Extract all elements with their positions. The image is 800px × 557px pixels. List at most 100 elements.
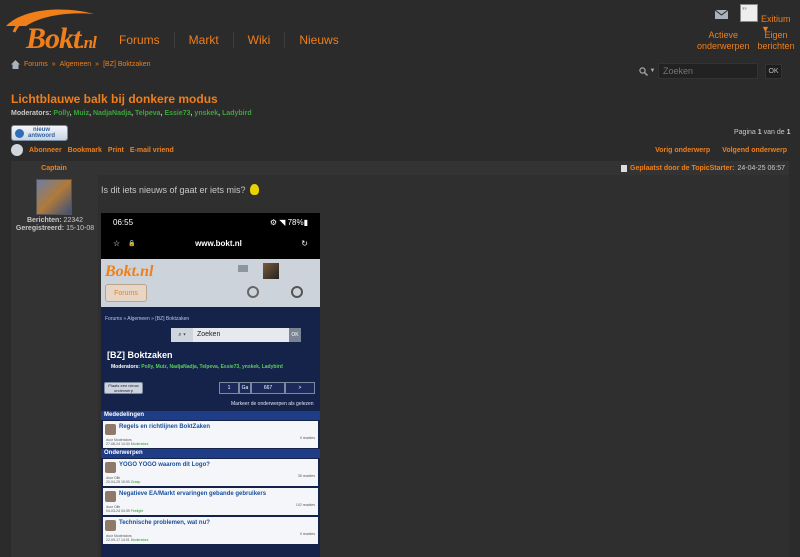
phone-mark-read: Markeer de onderwerpen als gelezen xyxy=(231,401,314,407)
moderators-label: Moderators: xyxy=(11,110,52,117)
phone-pager-total: 667 xyxy=(251,382,285,394)
breadcrumb-algemeen[interactable]: Algemeen xyxy=(60,61,92,68)
own-posts-line1: Eigen xyxy=(764,30,788,40)
thread-title: Lichtblauwe balk bij donkere modus xyxy=(11,92,218,106)
new-reply-button[interactable]: nieuw antwoord xyxy=(11,125,68,141)
phone-search-ok: OK xyxy=(289,328,301,342)
search-bar: ▼ OK xyxy=(636,63,782,79)
nav-forums[interactable]: Forums xyxy=(105,32,175,48)
phone-topic-title: Negatieve EA/Markt ervaringen gebande ge… xyxy=(119,491,267,497)
avatar-text: ?? xyxy=(742,6,747,11)
phone-topic-icon xyxy=(105,462,116,473)
nav-wiki[interactable]: Wiki xyxy=(234,32,286,48)
phone-forums-button: Forums xyxy=(105,284,147,302)
posts-label: Berichten: xyxy=(26,217,62,224)
reply-arrow-icon xyxy=(15,128,24,138)
phone-topic-replies: 0 reacties xyxy=(299,532,315,536)
pagination-prefix: Pagina xyxy=(734,129,756,136)
thread-actions: Abonneer Bookmark Print E-mail vriend Vo… xyxy=(11,143,789,157)
phone-topic-last: Moderators xyxy=(130,538,149,542)
phone-topic-row: Technische problemen, wat nu? 0 reacties… xyxy=(103,517,318,544)
post-meta: Geplaatst door de TopicStarter: 24-04-25… xyxy=(621,164,789,172)
print-link[interactable]: Print xyxy=(108,147,124,154)
phone-topic-replies: 0 reacties xyxy=(299,436,315,440)
subscribe-link[interactable]: Abonneer xyxy=(29,147,62,154)
phone-status-icons: ⚙ ◥ 78%▮ xyxy=(269,217,308,227)
moderator-link[interactable]: Telpeva xyxy=(135,110,161,117)
phone-topic-icon xyxy=(105,424,116,435)
post-author[interactable]: Captain xyxy=(11,165,97,172)
own-posts-line2: berichten xyxy=(757,41,795,51)
posts-count: 22342 xyxy=(63,217,84,224)
phone-topic-last: Grasp xyxy=(130,480,141,484)
post-document-icon xyxy=(621,164,628,172)
breadcrumb-boktzaken[interactable]: [BZ] Boktzaken xyxy=(103,61,150,68)
previous-topic-link[interactable]: Vorig onderwerp xyxy=(655,147,710,154)
reply-line2: antwoord xyxy=(28,133,55,139)
phone-search: ⌕ ▾ Zoeken OK xyxy=(171,328,301,342)
star-icon: ☆ xyxy=(113,238,121,248)
phone-section-announcements: Mededelingen xyxy=(101,411,320,420)
registered-label: Geregistreerd: xyxy=(15,225,65,232)
reload-icon: ↻ xyxy=(301,238,308,248)
phone-topic-replies: 102 reacties xyxy=(295,503,315,507)
logo-text: Bokt xyxy=(26,22,81,55)
breadcrumb-sep: » xyxy=(95,61,100,68)
post-permalink[interactable]: Geplaatst door de TopicStarter: xyxy=(630,165,735,172)
bookmark-link[interactable]: Bookmark xyxy=(68,147,102,154)
own-posts-link[interactable]: Eigen berichten xyxy=(758,30,795,52)
phone-topic-row: YOGO YOGO waarom dit Logo? 35 reacties d… xyxy=(103,459,318,486)
phone-forum-title: [BZ] Boktzaken xyxy=(107,350,173,360)
phone-status-bar: 06:55 ⚙ ◥ 78%▮ xyxy=(101,213,320,231)
moderator-link[interactable]: Ladybird xyxy=(222,110,252,117)
search-input[interactable] xyxy=(658,63,758,79)
site-header: Bokt.nl Forums Markt Wiki Nieuws ?? Exit… xyxy=(0,0,800,58)
post-body: Berichten: 22342 Geregistreerd: 15-10-08… xyxy=(11,175,789,557)
pagination-info: Pagina 1 van de 1 xyxy=(734,129,791,136)
phone-time: 06:55 xyxy=(113,217,134,227)
post-message: Is dit iets nieuws of gaat er iets mis? xyxy=(101,184,246,195)
main-nav: Forums Markt Wiki Nieuws xyxy=(105,32,353,48)
post-text: Is dit iets nieuws of gaat er iets mis? xyxy=(101,184,259,195)
nav-nieuws[interactable]: Nieuws xyxy=(285,32,352,48)
email-friend-link[interactable]: E-mail vriend xyxy=(130,147,174,154)
pagination-total: 1 xyxy=(786,129,791,136)
moderator-link[interactable]: NadjaNadja xyxy=(93,110,131,117)
phone-breadcrumb: Forums » Algemeen » [BZ] Boktzaken xyxy=(105,316,190,322)
post-timestamp: 24-04-25 06:57 xyxy=(737,164,785,172)
lock-icon: 🔒 xyxy=(128,240,136,247)
nav-markt[interactable]: Markt xyxy=(175,32,234,48)
top-links: Actieve onderwerpen Eigen berichten xyxy=(697,30,795,52)
phone-topic-date: 22-09-17 14:01 xyxy=(106,538,130,542)
phone-topic-icon xyxy=(105,520,116,531)
subscribe-icon[interactable] xyxy=(11,144,23,156)
post-header: Captain Geplaatst door de TopicStarter: … xyxy=(11,161,789,175)
embedded-screenshot[interactable]: 06:55 ⚙ ◥ 78%▮ ☆ 🔒 www.bokt.nl ↻ Bokt.nl… xyxy=(101,213,320,557)
phone-search-icon: ⌕ ▾ xyxy=(171,328,193,342)
phone-topic-title: YOGO YOGO waarom dit Logo? xyxy=(119,462,210,468)
avatar[interactable] xyxy=(36,179,72,215)
phone-topic-last: Firelight xyxy=(130,509,144,513)
search-scope-button[interactable]: ▼ xyxy=(636,63,658,79)
moderator-link[interactable]: Polly xyxy=(53,110,69,117)
logo-suffix: .nl xyxy=(80,33,96,52)
user-avatar-top[interactable]: ?? xyxy=(740,4,758,22)
breadcrumb-forums[interactable]: Forums xyxy=(24,61,48,68)
search-ok-button[interactable]: OK xyxy=(765,63,782,79)
active-topics-link[interactable]: Actieve onderwerpen xyxy=(697,30,750,52)
thinking-smiley-icon xyxy=(249,184,259,195)
phone-mods-list: Polly, Muiz, NadjaNadja, Telpeva, Essie7… xyxy=(141,364,283,370)
mail-icon[interactable] xyxy=(715,10,728,19)
pagination-middle: van de xyxy=(763,129,785,136)
moderator-link[interactable]: Muiz xyxy=(74,110,90,117)
phone-topic-replies: 35 reacties xyxy=(297,474,315,478)
breadcrumb-sep: » xyxy=(51,61,56,68)
phone-site-content: Forums » Algemeen » [BZ] Boktzaken ⌕ ▾ Z… xyxy=(101,307,320,557)
site-logo[interactable]: Bokt.nl xyxy=(4,4,112,55)
phone-topic-date: 04-03-24 04:39 xyxy=(106,509,130,513)
phone-topic-date: 20-04-25 15:00 xyxy=(106,480,130,484)
moderator-link[interactable]: Essie73 xyxy=(164,110,190,117)
home-icon[interactable] xyxy=(11,60,20,69)
moderator-link[interactable]: ynskek xyxy=(194,110,218,117)
next-topic-link[interactable]: Volgend onderwerp xyxy=(722,147,787,154)
